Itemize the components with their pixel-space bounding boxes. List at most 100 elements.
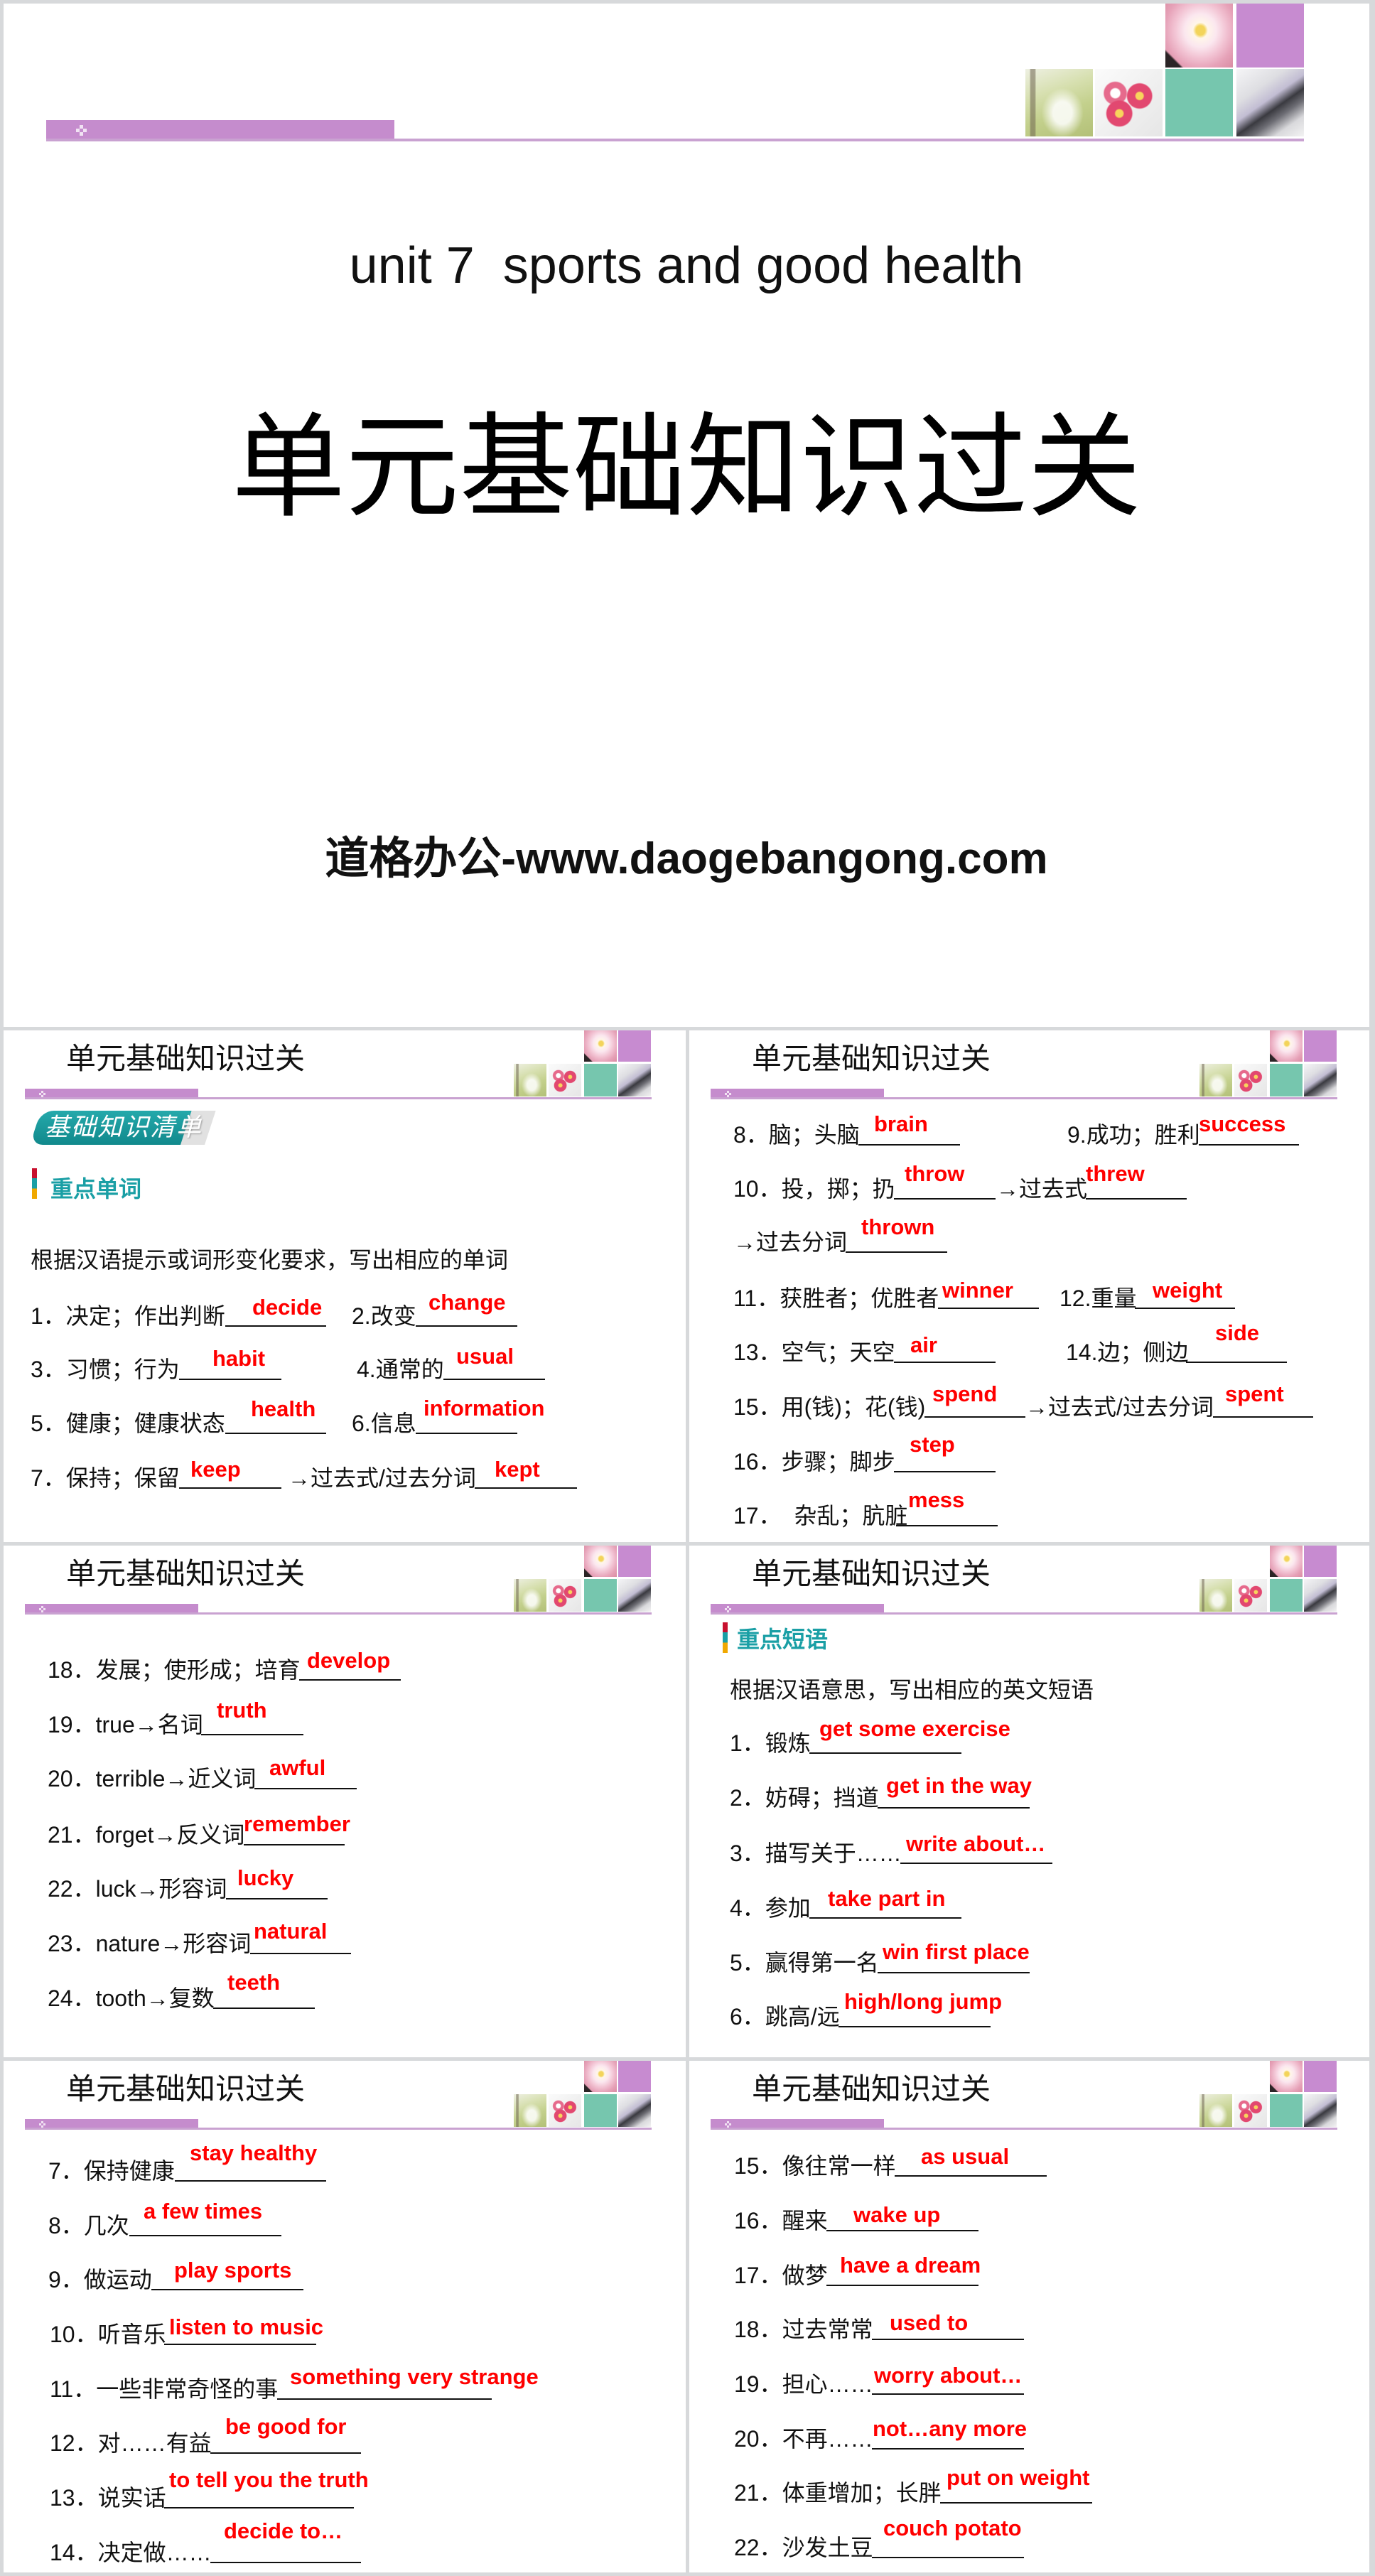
answer-blank: thrown bbox=[846, 1214, 947, 1253]
answer-text: lucky bbox=[237, 1865, 294, 1890]
answer-blank: lucky bbox=[226, 1865, 328, 1899]
section-heading: 重点单词 bbox=[50, 1176, 142, 1202]
list-row: 15．像往常一样 as usual bbox=[689, 2144, 1369, 2180]
item-prompt: 20．不再…… bbox=[734, 2426, 873, 2452]
list-row: 1．锻炼 get some exercise bbox=[689, 1716, 1369, 1757]
title-r​ule bbox=[25, 1612, 652, 1615]
dumbbell-photo bbox=[1234, 2094, 1267, 2127]
answer-blank: a few times bbox=[129, 2199, 281, 2236]
item-prompt: 20．terrible→近义词 bbox=[48, 1766, 257, 1791]
answer-blank: get some exercise bbox=[809, 1716, 1010, 1754]
slide-title: 单元基础知识过关 bbox=[752, 1042, 991, 1075]
answer-text: natural bbox=[254, 1919, 328, 1944]
flower-photo bbox=[584, 1030, 617, 1062]
answer-text: to tell you the truth bbox=[169, 2467, 369, 2492]
item-prompt: 12.重量 bbox=[1059, 1286, 1137, 1311]
answer-text: truth bbox=[217, 1698, 267, 1723]
answer-text: used to bbox=[890, 2310, 969, 2335]
item-prompt: 12．对……有益 bbox=[50, 2430, 212, 2456]
header-decoration bbox=[1199, 1030, 1337, 1096]
glassware-photo bbox=[514, 2094, 546, 2127]
answer-blank: usual bbox=[443, 1344, 545, 1380]
list-row: 11．获胜者；优胜者 winner 12.重量 weight bbox=[689, 1278, 1369, 1313]
dumbbell-photo bbox=[549, 1579, 581, 1612]
glassware-photo bbox=[1199, 1064, 1232, 1096]
list-row: 1．决定；作出判断 decide 2.改变 change bbox=[4, 1290, 686, 1330]
answer-text: spend bbox=[932, 1381, 998, 1406]
list-row: →过去分词 thrown bbox=[689, 1214, 1369, 1256]
glassware-photo bbox=[1025, 69, 1093, 136]
answer-text: teeth bbox=[227, 1970, 281, 1995]
answer-text: success bbox=[1199, 1111, 1286, 1136]
teal-block bbox=[584, 2094, 617, 2127]
flower-photo bbox=[1270, 1546, 1303, 1577]
answer-text: health bbox=[251, 1396, 316, 1421]
slide-key-phrases-2: 单元基础知识过关 7．保持健康 stay healthy 8．几次 a few … bbox=[4, 2061, 686, 2572]
answer-text: brain bbox=[874, 1111, 928, 1136]
answer-blank: spend bbox=[924, 1381, 1025, 1418]
item-prompt: 15．用(钱)；花(钱) bbox=[733, 1394, 926, 1420]
answer-text: weight bbox=[1153, 1278, 1223, 1303]
answer-blank: take part in bbox=[809, 1886, 961, 1919]
header-decoration bbox=[1199, 1546, 1337, 1612]
answer-text: a few times bbox=[144, 2199, 263, 2224]
title-rule bbox=[711, 1097, 1337, 1099]
teal-block bbox=[1270, 1064, 1303, 1096]
list-row: 22．沙发土豆 couch potato bbox=[689, 2516, 1369, 2562]
item-prompt: 18．发展；使形成；培育 bbox=[48, 1657, 301, 1683]
item-prompt: 1．决定；作出判断 bbox=[31, 1303, 225, 1329]
answer-blank: listen to music bbox=[164, 2314, 323, 2345]
list-row: 15．用(钱)；花(钱) spend →过去式/过去分词 spent bbox=[689, 1381, 1369, 1421]
answer-blank: to tell you the truth bbox=[164, 2467, 369, 2508]
list-row: 24．tooth→复数 teeth bbox=[4, 1970, 686, 2012]
title-rule bbox=[25, 1097, 652, 1099]
makeup-photo bbox=[1304, 2094, 1337, 2127]
answer-blank: stay healthy bbox=[175, 2140, 326, 2182]
item-prompt: 2.改变 bbox=[352, 1303, 416, 1329]
item-prompt: →过去式/过去分词 bbox=[1025, 1394, 1214, 1420]
answer-blank: brain bbox=[858, 1111, 960, 1146]
item-prompt: 16．醒来 bbox=[734, 2208, 828, 2233]
slide-title: 单元基础知识过关 bbox=[66, 2072, 306, 2106]
slide-key-phrases-1: 单元基础知识过关 重点短语 根据汉语意思，写出相应的英文短语 1．锻炼 get … bbox=[689, 1546, 1369, 2057]
answer-blank: success bbox=[1199, 1111, 1299, 1146]
answer-text: kept bbox=[495, 1457, 540, 1482]
answer-blank: high/long jump bbox=[839, 1989, 1002, 2027]
answer-text: play sports bbox=[174, 2258, 292, 2283]
item-prompt: 5．赢得第一名 bbox=[730, 1950, 879, 1976]
list-row: 20．terrible→近义词 awful bbox=[4, 1755, 686, 1793]
page-title: 单元基础知识过关 bbox=[231, 404, 1141, 531]
header-decoration bbox=[1199, 2061, 1337, 2127]
answer-blank: have a dream bbox=[826, 2253, 981, 2286]
makeup-photo bbox=[618, 1579, 651, 1612]
item-prompt: 9.成功；胜利 bbox=[1067, 1122, 1200, 1148]
diamond-dots-icon bbox=[725, 1606, 727, 1608]
makeup-photo bbox=[1304, 1064, 1337, 1096]
section-marker-icon bbox=[32, 1168, 37, 1199]
item-prompt: 14．决定做…… bbox=[50, 2540, 212, 2565]
item-prompt: 3．描写关于…… bbox=[730, 1841, 902, 1866]
flower-photo bbox=[1165, 4, 1233, 68]
answer-blank: develop bbox=[299, 1648, 401, 1681]
answer-text: winner bbox=[942, 1278, 1013, 1303]
basics-checklist-badge: 基础知识清 单 bbox=[30, 1111, 216, 1145]
slide-key-words-3: 单元基础知识过关 18．发展；使形成；培育 develop 19．true→名词… bbox=[4, 1546, 686, 2057]
answer-blank: step bbox=[894, 1432, 996, 1472]
answer-text: thrown bbox=[861, 1214, 935, 1239]
purple-block bbox=[1236, 4, 1304, 68]
slide-key-words-1: 单元基础知识过关 基础知识清 单 重点单词 根据汉语提示或词形变化要求，写出相应… bbox=[4, 1030, 686, 1542]
diamond-dots-icon bbox=[725, 2121, 727, 2123]
item-prompt: 9．做运动 bbox=[48, 2267, 152, 2292]
dumbbell-photo bbox=[1095, 69, 1163, 136]
answer-text: decide bbox=[252, 1295, 323, 1320]
item-prompt: 19．true→名词 bbox=[48, 1712, 203, 1737]
list-row: 17． 杂乱；肮脏 mess bbox=[689, 1487, 1369, 1530]
section-marker-icon bbox=[723, 1622, 728, 1653]
purple-block bbox=[1304, 1030, 1337, 1062]
title-rule bbox=[25, 2128, 652, 2130]
item-prompt: 16．步骤；脚步 bbox=[733, 1449, 895, 1475]
item-prompt: 22．luck→形容词 bbox=[48, 1876, 227, 1902]
item-prompt: 11．获胜者；优胜者 bbox=[733, 1286, 939, 1311]
answer-blank: something very strange bbox=[277, 2364, 539, 2400]
purple-block bbox=[618, 2061, 651, 2092]
